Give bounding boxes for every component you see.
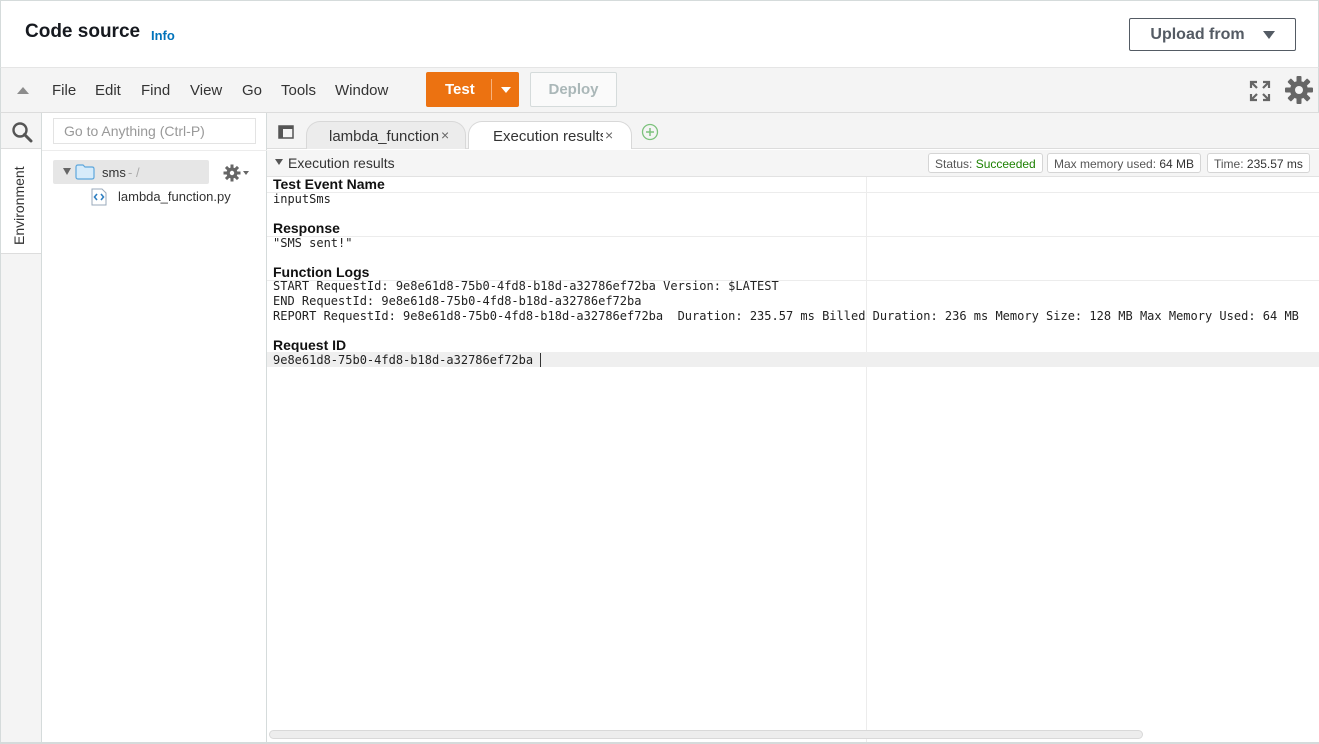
test-event-heading: Test Event Name: [273, 176, 385, 192]
tab-lambda-function[interactable]: lambda_function. ×: [306, 121, 466, 149]
file-tree-panel: [42, 113, 267, 744]
status-badge: Status: Succeeded: [928, 153, 1043, 173]
python-file-icon: [91, 188, 107, 206]
tab-label: lambda_function.: [329, 128, 439, 145]
environment-label: Environment: [11, 166, 27, 245]
tree-divider: [42, 150, 267, 151]
log-line[interactable]: START RequestId: 9e8e61d8-75b0-4fd8-b18d…: [273, 279, 779, 293]
menu-tools[interactable]: Tools: [281, 82, 316, 99]
tree-settings-caret-icon[interactable]: [243, 171, 249, 175]
folder-name: sms: [102, 165, 126, 180]
time-value: 235.57 ms: [1246, 157, 1303, 171]
environment-tab[interactable]: Environment: [1, 148, 41, 254]
info-link[interactable]: Info: [151, 28, 175, 43]
menu-go[interactable]: Go: [242, 82, 262, 99]
memory-label: Max memory used:: [1054, 157, 1160, 171]
test-button-divider: [491, 79, 492, 100]
add-tab-icon[interactable]: [641, 123, 659, 141]
status-value: Succeeded: [975, 157, 1036, 171]
log-line[interactable]: END RequestId: 9e8e61d8-75b0-4fd8-b18d-a…: [273, 294, 641, 308]
search-icon[interactable]: [11, 121, 33, 143]
request-id-heading: Request ID: [273, 337, 347, 353]
horizontal-scrollbar[interactable]: [269, 730, 1143, 739]
text-cursor: [540, 353, 541, 367]
test-button[interactable]: Test: [426, 72, 519, 107]
status-label: Status:: [935, 157, 976, 171]
file-lambda-function[interactable]: lambda_function.py: [118, 189, 231, 204]
section-rule: [267, 236, 1319, 237]
upload-from-label: Upload from: [1150, 25, 1245, 43]
execution-results-panel: [267, 149, 1319, 744]
folder-expand-icon[interactable]: [63, 168, 71, 175]
code-source-header: Code source Info Upload from: [0, 0, 1319, 68]
go-to-anything-input[interactable]: [53, 118, 256, 144]
close-icon[interactable]: ×: [605, 127, 613, 143]
log-line-clip: REPORT RequestId: 9e8e61d8-75b0-4fd8-b18…: [267, 309, 1319, 325]
test-event-value[interactable]: inputSms: [273, 192, 331, 206]
response-value[interactable]: "SMS sent!": [273, 236, 352, 250]
menu-file[interactable]: File: [52, 82, 76, 99]
folder-icon: [75, 164, 95, 180]
tab-label: Execution results: [493, 128, 603, 145]
memory-value: 64 MB: [1159, 157, 1195, 171]
tab-list-icon[interactable]: [278, 125, 294, 139]
close-icon[interactable]: ×: [441, 127, 449, 143]
time-label: Time:: [1214, 157, 1247, 171]
response-heading: Response: [273, 220, 340, 236]
request-id-value[interactable]: 9e8e61d8-75b0-4fd8-b18d-a32786ef72ba: [273, 353, 533, 367]
section-rule: [267, 192, 1319, 193]
menu-edit[interactable]: Edit: [95, 82, 121, 99]
collapse-arrow-icon[interactable]: [17, 87, 29, 94]
results-title[interactable]: Execution results: [288, 155, 395, 171]
fullscreen-icon[interactable]: [1249, 80, 1271, 102]
chevron-down-icon: [1262, 30, 1275, 39]
tree-settings-gear-icon[interactable]: [223, 164, 241, 182]
menu-window[interactable]: Window: [335, 82, 388, 99]
upload-from-button[interactable]: Upload from: [1129, 18, 1296, 51]
test-dropdown-icon[interactable]: [501, 87, 511, 93]
menu-view[interactable]: View: [190, 82, 222, 99]
print-margin-line: [866, 177, 867, 742]
test-label: Test: [445, 81, 475, 98]
folder-path: - /: [128, 165, 140, 180]
deploy-button[interactable]: Deploy: [530, 72, 617, 107]
results-collapse-icon[interactable]: [275, 159, 283, 165]
deploy-label: Deploy: [548, 81, 599, 98]
folder-sms[interactable]: sms - /: [53, 160, 209, 184]
function-logs-heading: Function Logs: [273, 264, 370, 280]
tab-execution-results[interactable]: Execution results ×: [468, 121, 632, 150]
page-title: Code source: [25, 21, 141, 42]
preferences-gear-icon[interactable]: [1284, 75, 1314, 105]
time-badge: Time: 235.57 ms: [1207, 153, 1310, 173]
log-line[interactable]: REPORT RequestId: 9e8e61d8-75b0-4fd8-b18…: [273, 309, 1299, 323]
menu-find[interactable]: Find: [141, 82, 170, 99]
memory-badge: Max memory used: 64 MB: [1047, 153, 1202, 173]
